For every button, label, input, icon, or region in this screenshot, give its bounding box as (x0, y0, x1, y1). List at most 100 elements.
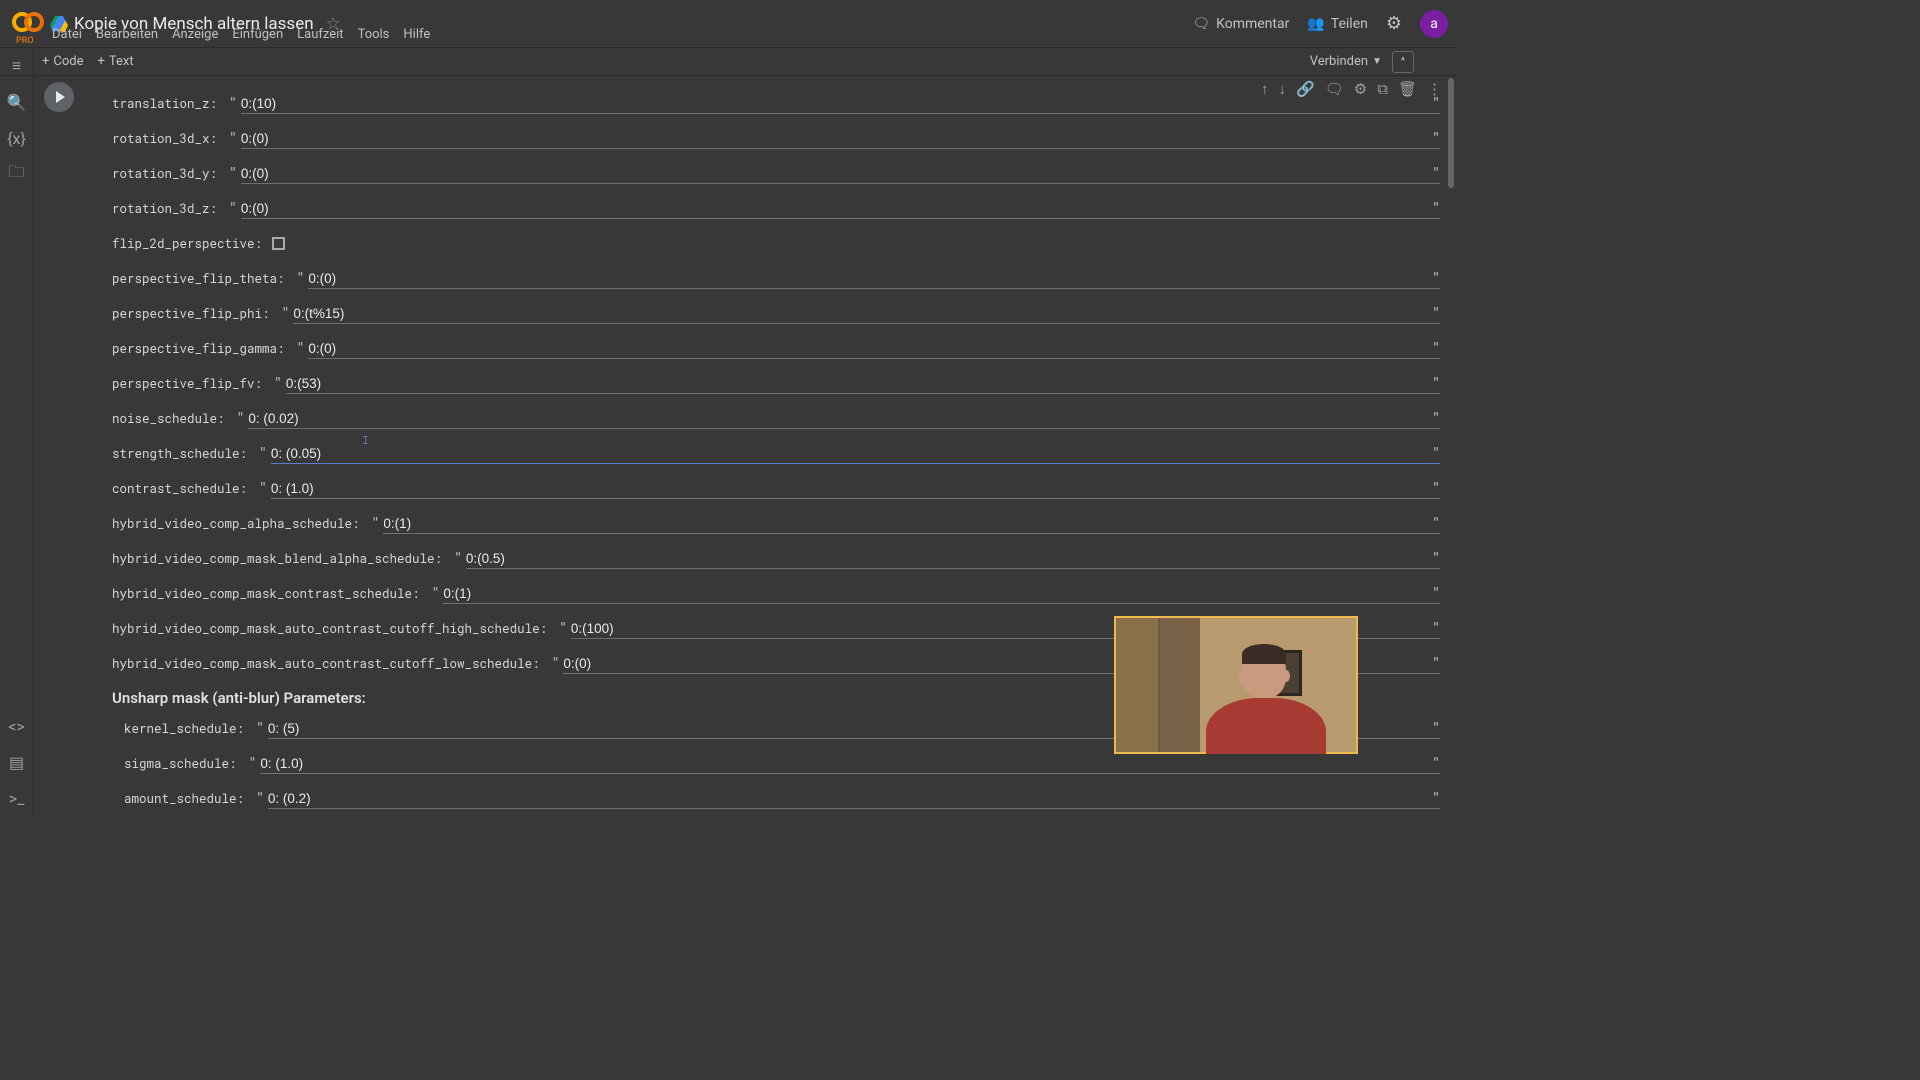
param-input[interactable] (241, 129, 1440, 149)
menu-tools[interactable]: Tools (358, 27, 390, 42)
search-icon[interactable]: 🔍 (0, 84, 33, 120)
add-text-button[interactable]: + Text (98, 54, 134, 69)
menu-file[interactable]: Datei (52, 27, 82, 42)
run-cell-button[interactable] (44, 82, 74, 112)
add-code-label: Code (53, 54, 83, 69)
open-quote: " (368, 516, 384, 531)
collapse-button[interactable]: ^ (1392, 51, 1414, 73)
command-palette-icon[interactable]: ▤ (0, 744, 33, 780)
param-label: kernel_schedule: (124, 721, 244, 737)
param-label: rotation_3d_y: (112, 166, 217, 182)
param-label: perspective_flip_phi: (112, 306, 270, 322)
pro-badge: PRO (16, 36, 34, 46)
scrollbar-thumb[interactable] (1448, 78, 1454, 188)
close-quote: " (1432, 411, 1440, 426)
param-label: hybrid_video_comp_mask_auto_contrast_cut… (112, 656, 540, 672)
left-rail: ≡ 🔍 {x} 🗀 <> ▤ >_ (0, 48, 34, 816)
close-quote: " (1432, 586, 1440, 601)
open-quote: " (450, 551, 466, 566)
param-input[interactable] (248, 409, 1440, 429)
add-code-button[interactable]: + Code (42, 54, 84, 69)
param-row: amount_schedule:"" (112, 781, 1440, 816)
param-input[interactable] (271, 444, 1440, 464)
share-icon: 👥 (1307, 16, 1324, 32)
avatar-initial: a (1430, 16, 1438, 32)
param-input[interactable] (268, 789, 1440, 809)
param-input[interactable] (293, 304, 1440, 324)
open-quote: " (252, 791, 268, 806)
close-quote: " (1432, 721, 1440, 736)
param-row: strength_schedule:""⌶ (112, 436, 1440, 471)
open-quote: " (293, 271, 309, 286)
open-quote: " (225, 131, 241, 146)
open-quote: " (270, 376, 286, 391)
param-input[interactable] (443, 584, 1440, 604)
connect-label: Verbinden (1310, 54, 1368, 69)
close-quote: " (1432, 551, 1440, 566)
menu-view[interactable]: Anzeige (172, 27, 218, 42)
cell-gutter (44, 82, 74, 112)
param-label: perspective_flip_fv: (112, 376, 262, 392)
param-input[interactable] (286, 374, 1440, 394)
param-label: hybrid_video_comp_mask_blend_alpha_sched… (112, 551, 442, 567)
param-row: noise_schedule: " " (112, 401, 1440, 436)
param-row: perspective_flip_theta:"" (112, 261, 1440, 296)
param-label: noise_schedule: (112, 411, 225, 427)
close-quote: " (1432, 516, 1440, 531)
param-label: amount_schedule: (124, 791, 244, 807)
param-label: flip_2d_perspective: (112, 236, 262, 252)
param-label: hybrid_video_comp_mask_contrast_schedule… (112, 586, 420, 602)
param-input[interactable] (383, 514, 1440, 534)
param-label: rotation_3d_z: (112, 201, 217, 217)
code-snippets-icon[interactable]: <> (0, 708, 33, 744)
menu-help[interactable]: Hilfe (403, 27, 430, 42)
param-input[interactable] (308, 269, 1440, 289)
param-row: hybrid_video_comp_mask_blend_alpha_sched… (112, 541, 1440, 576)
param-row: rotation_3d_x:"" (112, 121, 1440, 156)
open-quote: " (255, 481, 271, 496)
toc-icon[interactable]: ≡ (0, 48, 33, 84)
param-checkbox[interactable] (272, 237, 285, 250)
close-quote: " (1432, 621, 1440, 636)
param-row: perspective_flip_phi:"" (112, 296, 1440, 331)
colab-logo: PRO (12, 10, 42, 38)
param-label: perspective_flip_theta: (112, 271, 285, 287)
open-quote: " (225, 96, 241, 111)
param-input[interactable] (241, 199, 1440, 219)
param-input[interactable] (271, 479, 1440, 499)
chevron-down-icon: ▼ (1372, 56, 1382, 67)
notebook-toolbar: + Code + Text Verbinden ▼ ^ (0, 48, 1456, 76)
param-input[interactable] (260, 754, 1440, 774)
param-label: hybrid_video_comp_mask_auto_contrast_cut… (112, 621, 547, 637)
close-quote: " (1432, 341, 1440, 356)
param-input[interactable] (241, 94, 1440, 114)
param-input[interactable] (466, 549, 1440, 569)
param-label: sigma_schedule: (124, 756, 237, 772)
menu-edit[interactable]: Bearbeiten (96, 27, 158, 42)
files-icon[interactable]: 🗀 (0, 156, 33, 192)
menu-runtime[interactable]: Laufzeit (297, 27, 343, 42)
connect-button[interactable]: Verbinden ▼ (1310, 54, 1382, 69)
param-row: perspective_flip_gamma:"" (112, 331, 1440, 366)
menu-insert[interactable]: Einfügen (232, 27, 283, 42)
param-input[interactable] (308, 339, 1440, 359)
param-input[interactable] (241, 164, 1440, 184)
open-quote: " (233, 411, 249, 426)
open-quote: " (428, 586, 444, 601)
variables-icon[interactable]: {x} (0, 120, 33, 156)
param-row: hybrid_video_comp_mask_contrast_schedule… (112, 576, 1440, 611)
open-quote: " (225, 166, 241, 181)
close-quote: " (1432, 656, 1440, 671)
param-row: rotation_3d_y:"" (112, 156, 1440, 191)
share-button[interactable]: 👥 Teilen (1307, 16, 1368, 32)
param-label: contrast_schedule: (112, 481, 247, 497)
param-row: rotation_3d_z:"" (112, 191, 1440, 226)
gear-icon[interactable]: ⚙ (1386, 13, 1402, 34)
param-row: contrast_schedule:"" (112, 471, 1440, 506)
comment-button[interactable]: 🗨 Kommentar (1192, 16, 1289, 32)
comment-label: Kommentar (1216, 16, 1289, 32)
add-text-label: Text (109, 54, 134, 69)
terminal-icon[interactable]: >_ (0, 780, 33, 816)
webcam-overlay (1114, 616, 1358, 754)
avatar[interactable]: a (1420, 10, 1448, 38)
